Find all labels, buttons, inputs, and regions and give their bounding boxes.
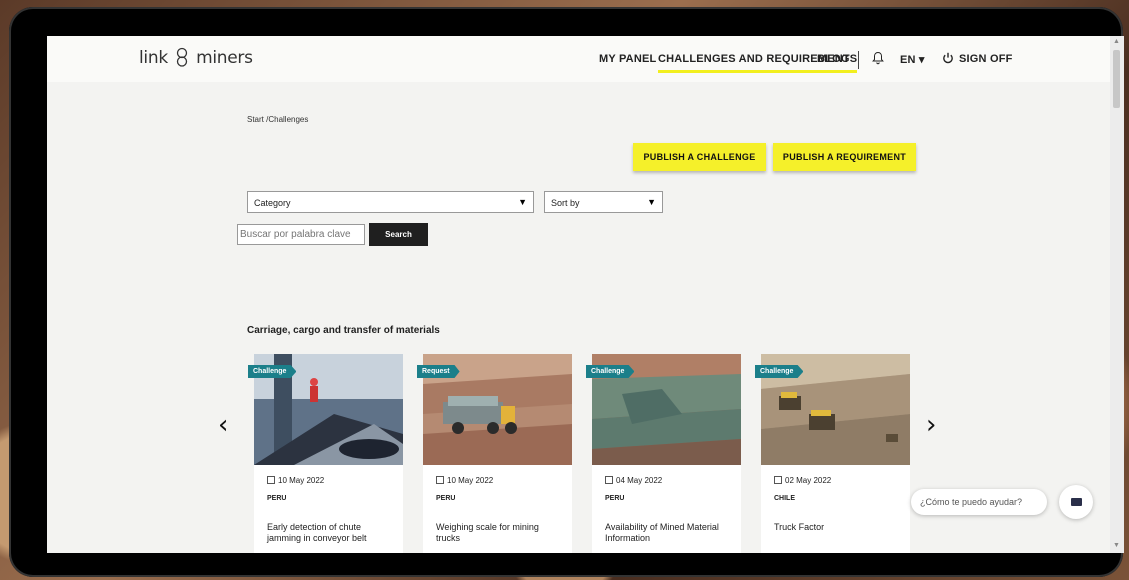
scroll-up-icon[interactable]: ▲ [1113,38,1120,45]
calendar-icon [774,476,782,484]
card-country: PERU [605,495,625,502]
card-country: CHILE [774,495,795,502]
bell-icon[interactable] [872,51,884,65]
carousel-next-icon[interactable]: › [926,412,936,438]
card-date: 02 May 2022 [774,476,831,485]
caret-down-icon: ▼ [518,197,527,207]
calendar-icon [267,476,275,484]
scroll-down-icon[interactable]: ▼ [1113,542,1120,549]
logo-text-left: link [139,48,168,68]
card-title[interactable]: Early detection of chute jamming in conv… [267,522,392,544]
card-date-text: 10 May 2022 [278,476,325,485]
carousel-prev-icon[interactable]: ‹ [218,412,228,438]
chat-button[interactable] [1059,485,1093,519]
card-title[interactable]: Truck Factor [774,522,899,533]
nav-my-panel[interactable]: MY PANEL [599,53,656,65]
calendar-icon [436,476,444,484]
logo-text-right: miners [196,48,253,68]
card-tag: Challenge [248,365,297,378]
nav-blog[interactable]: BLOG [817,53,850,65]
card-date: 10 May 2022 [267,476,324,485]
publish-requirement-button[interactable]: PUBLISH A REQUIREMENT [773,143,916,171]
nav-sign-off[interactable]: SIGN OFF [959,53,1013,65]
card-date-text: 02 May 2022 [785,476,832,485]
publish-challenge-button[interactable]: PUBLISH A CHALLENGE [633,143,766,171]
card-tag: Challenge [755,365,804,378]
card-title[interactable]: Availability of Mined Material Informati… [605,522,730,544]
scrollbar[interactable]: ▲ ▼ [1110,36,1124,553]
search-input[interactable] [237,224,365,245]
card-date: 10 May 2022 [436,476,493,485]
caret-down-icon: ▼ [647,197,656,207]
browser-viewport: link miners MY PANEL CHALLENGES AND REQU… [47,36,1124,553]
card-country: PERU [436,495,456,502]
scrollbar-thumb[interactable] [1113,50,1120,108]
card-title[interactable]: Weighing scale for mining trucks [436,522,561,544]
chat-prompt[interactable]: ¿Cómo te puedo ayudar? [911,489,1047,515]
logo-mark-icon [176,47,188,67]
logo[interactable]: link miners [139,47,253,68]
challenge-card[interactable]: Challenge 04 May 2022 PERU Availability … [586,354,741,553]
card-date: 04 May 2022 [605,476,662,485]
header: link miners MY PANEL CHALLENGES AND REQU… [47,36,1110,82]
breadcrumb: Start /Challenges [247,115,309,124]
card-country: PERU [267,495,287,502]
section-title: Carriage, cargo and transfer of material… [247,325,440,336]
power-icon[interactable] [942,52,954,64]
search-button[interactable]: Search [369,223,428,246]
nav-divider [858,51,859,69]
sort-select[interactable]: Sort by ▼ [544,191,663,213]
challenge-card[interactable]: Challenge 10 May 2022 PERU Early detecti… [248,354,403,553]
category-select[interactable]: Category ▼ [247,191,534,213]
card-date-text: 10 May 2022 [447,476,494,485]
chat-icon [1071,498,1082,506]
card-tag: Request [417,365,460,378]
calendar-icon [605,476,613,484]
challenge-card[interactable]: Request 10 May 2022 PERU Weighing scale … [417,354,572,553]
device-frame: link miners MY PANEL CHALLENGES AND REQU… [9,7,1124,577]
card-tag: Challenge [586,365,635,378]
language-selector[interactable]: EN ▾ [900,53,925,66]
sort-select-value: Sort by [551,198,580,208]
category-select-value: Category [254,198,291,208]
challenge-card[interactable]: Challenge 02 May 2022 CHILE Truck Factor [755,354,910,553]
card-date-text: 04 May 2022 [616,476,663,485]
